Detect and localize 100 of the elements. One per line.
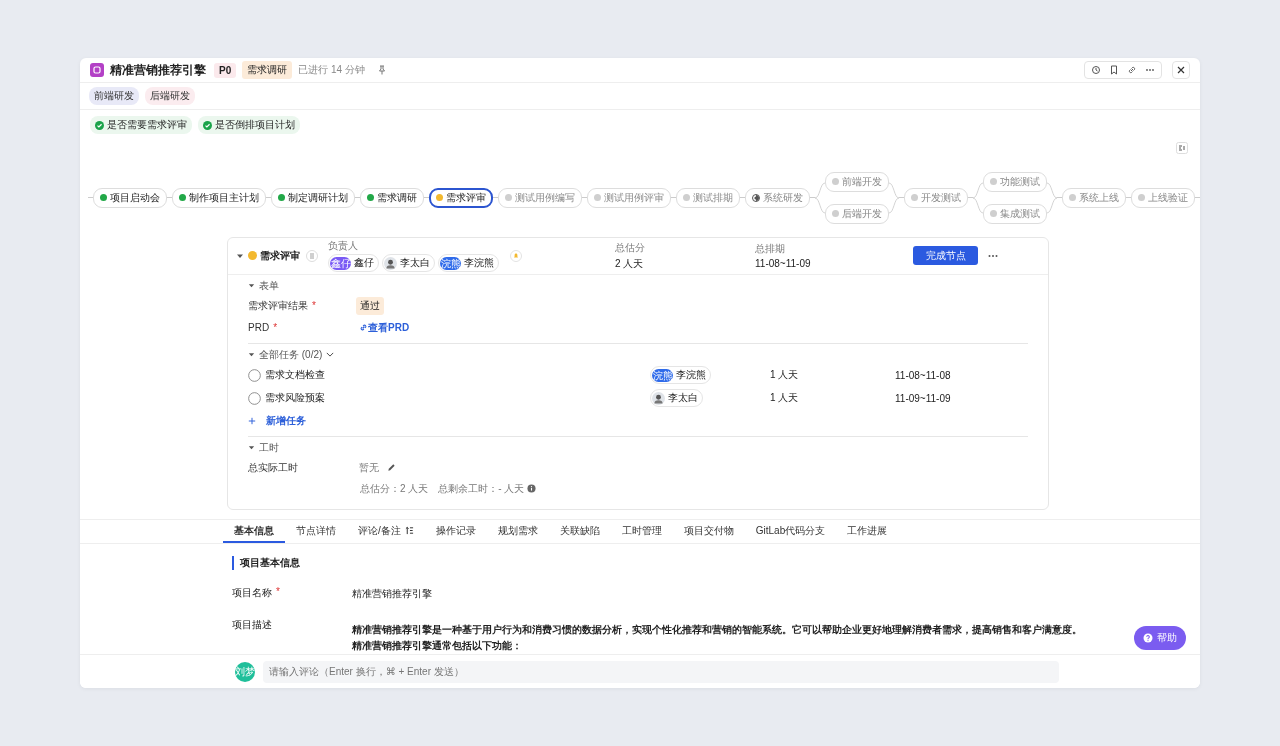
- estimate-value: 2 人天: [615, 256, 645, 271]
- tab[interactable]: 工时管理: [610, 519, 673, 544]
- progress-icon: [752, 193, 760, 202]
- field-label: 总排期: [755, 242, 786, 257]
- edit-icon[interactable]: [387, 463, 396, 473]
- tab[interactable]: 操作记录: [424, 519, 487, 544]
- tab[interactable]: GitLab代码分支: [744, 519, 837, 544]
- more-icon[interactable]: [988, 253, 998, 258]
- pin-icon[interactable]: [376, 65, 387, 76]
- status-dot: [248, 251, 257, 261]
- avatar: 刘梦: [235, 661, 255, 682]
- stage-node[interactable]: 系统研发: [745, 187, 810, 208]
- task-checkbox[interactable]: [248, 368, 261, 382]
- history-icon[interactable]: [1091, 65, 1101, 76]
- field-label: 总估分: [615, 240, 646, 255]
- section-title: 工时: [259, 440, 279, 455]
- section-title[interactable]: 全部任务 (0/2): [259, 347, 323, 362]
- tab[interactable]: 评论/备注: [347, 519, 425, 544]
- stage-node[interactable]: 上线验证: [1131, 187, 1195, 208]
- priority-badge: P0: [214, 62, 237, 78]
- prd-link[interactable]: 查看PRD: [359, 320, 410, 335]
- stage-node[interactable]: 集成测试: [983, 203, 1047, 224]
- owner-chip[interactable]: 浣熊 李浣熊: [438, 254, 499, 273]
- avatar: 浣熊: [652, 368, 673, 382]
- stage-node[interactable]: 前端开发: [825, 171, 889, 192]
- required-mark: *: [273, 322, 278, 334]
- stage-node[interactable]: 项目启动会: [93, 187, 167, 208]
- result-tag: 通过: [355, 296, 384, 315]
- bookmark-icon[interactable]: [1109, 65, 1119, 76]
- project-title: 精准营销推荐引擎: [110, 61, 206, 79]
- plus-icon: [248, 416, 256, 425]
- stage-node[interactable]: 需求评审: [429, 187, 493, 208]
- team-tag: 后端研发: [145, 87, 195, 106]
- required-mark: *: [276, 586, 280, 600]
- task-dates: 11-08~11-08: [895, 369, 951, 381]
- stage-node[interactable]: 功能测试: [983, 171, 1047, 192]
- stage-node[interactable]: 制作项目主计划: [172, 187, 266, 208]
- complete-node-button[interactable]: 完成节点: [913, 246, 978, 266]
- tab[interactable]: 关联缺陷: [548, 519, 611, 544]
- owner-chip[interactable]: 鑫仔 鑫仔: [328, 254, 379, 273]
- field-label: 总实际工时: [248, 460, 298, 475]
- stage-node[interactable]: 系统上线: [1062, 187, 1126, 208]
- stage-node[interactable]: 开发测试: [904, 187, 968, 208]
- task-name[interactable]: 需求风险预案: [265, 391, 650, 406]
- worktime-value: 暂无: [359, 460, 379, 475]
- avatar: 鑫仔: [330, 256, 351, 270]
- task-effort: 1 人天: [770, 391, 800, 406]
- caret-icon[interactable]: [248, 351, 255, 359]
- stage-node[interactable]: 测试用例编写: [498, 187, 582, 208]
- field-value: 精准营销推荐引擎是一种基于用户行为和消费习惯的数据分析，实现个性化推荐和营销的智能系统。它可以帮助企业更好地理解消费者需求，提高销售和客户满意度。: [352, 623, 1082, 638]
- field-label: PRD: [248, 322, 270, 334]
- caret-icon[interactable]: [248, 444, 255, 452]
- tab[interactable]: 工作进展: [836, 519, 899, 544]
- task-checkbox[interactable]: [248, 391, 261, 405]
- node-title: 需求评审: [260, 248, 301, 263]
- avatar: 浣熊: [440, 256, 461, 270]
- tab[interactable]: 节点详情: [285, 519, 347, 544]
- section-title: 项目基本信息: [232, 556, 1200, 571]
- link-icon: [359, 323, 369, 333]
- owner-chip[interactable]: 李太白: [382, 254, 435, 273]
- check-tag: 是否倒排项目计划: [198, 116, 300, 135]
- elapsed-time: 已进行 14 分钟: [298, 63, 365, 78]
- comment-input[interactable]: 请输入评论（Enter 换行，⌘ + Enter 发送）: [263, 660, 1059, 683]
- tab[interactable]: 规划需求: [486, 519, 549, 544]
- close-icon: [1176, 65, 1186, 76]
- field-value: 精准营销推荐引擎: [352, 587, 432, 602]
- task-dates: 11-09~11-09: [895, 392, 951, 404]
- avatar: [384, 256, 397, 270]
- assignee-chip[interactable]: 李太白: [650, 389, 703, 408]
- stage-badge: 需求调研: [242, 61, 293, 80]
- task-name[interactable]: 需求文档检查: [265, 368, 650, 383]
- task-effort: 1 人天: [770, 368, 800, 383]
- stage-node[interactable]: 需求调研: [360, 187, 424, 208]
- info-icon[interactable]: [527, 484, 537, 494]
- tab[interactable]: 项目交付物: [672, 519, 745, 544]
- schedule-value: 11-08~11-09: [755, 258, 812, 270]
- stage-node[interactable]: 测试排期: [676, 187, 740, 208]
- link-icon[interactable]: [1127, 65, 1137, 76]
- required-mark: *: [312, 300, 316, 312]
- total-estimate: 总估分：2 人天: [360, 481, 429, 496]
- caret-icon[interactable]: [248, 282, 255, 290]
- check-tag: 是否需要需求评审: [90, 116, 192, 135]
- avatar: [652, 391, 665, 405]
- help-button[interactable]: 帮助: [1134, 626, 1186, 650]
- assignee-chip[interactable]: 浣熊 李浣熊: [650, 366, 711, 385]
- help-icon: [1143, 633, 1153, 643]
- stage-node[interactable]: 后端开发: [825, 203, 889, 224]
- field-label: 项目描述: [232, 618, 272, 633]
- chevron-icon[interactable]: [326, 352, 335, 358]
- app-icon: [90, 63, 104, 78]
- close-button[interactable]: [1172, 61, 1190, 80]
- stage-node[interactable]: 制定调研计划: [271, 187, 355, 208]
- section-title: 表单: [259, 278, 279, 293]
- team-tag: 前端研发: [89, 87, 139, 106]
- add-task-link[interactable]: 新增任务: [248, 409, 1028, 432]
- field-value: 精准营销推荐引擎通常包括以下功能：: [352, 639, 523, 654]
- field-label: 需求评审结果: [248, 298, 308, 313]
- tab[interactable]: 基本信息: [223, 519, 285, 544]
- stage-node[interactable]: 测试用例评审: [587, 187, 671, 208]
- remaining-worktime: 总剩余工时：- 人天: [438, 481, 525, 496]
